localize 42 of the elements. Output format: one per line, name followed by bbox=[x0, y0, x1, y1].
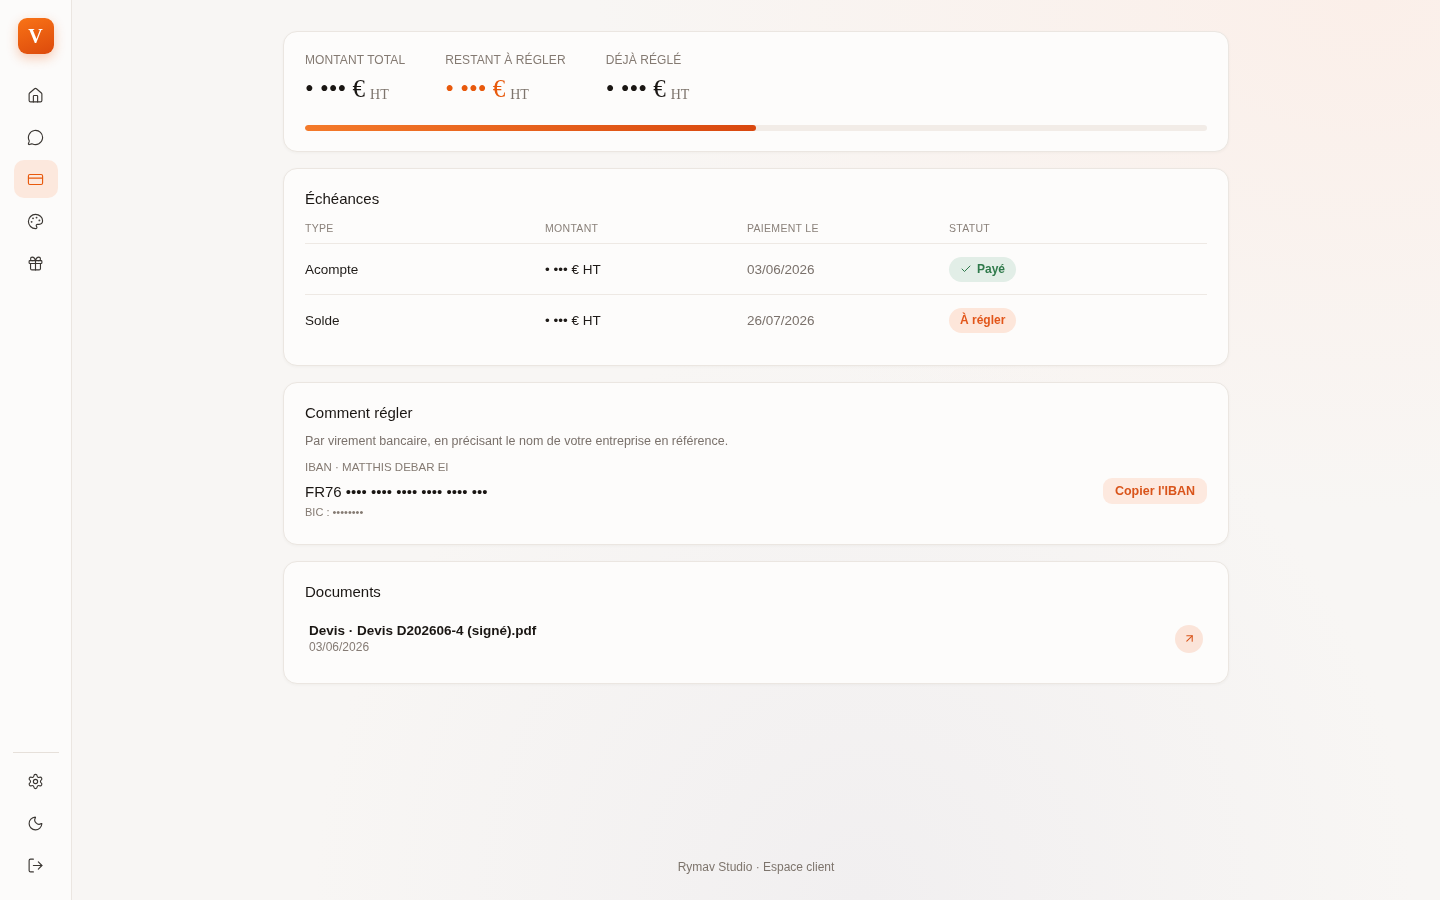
table-cell: Solde bbox=[305, 312, 340, 328]
chat-bubble-icon bbox=[27, 128, 44, 146]
bic-value: BIC : •••••••• bbox=[305, 505, 365, 520]
home-icon bbox=[27, 86, 44, 104]
amount-unit: HT bbox=[670, 87, 690, 103]
amount-unit: HT bbox=[370, 87, 389, 103]
amount-value: • ••• € bbox=[605, 74, 666, 104]
payment-description: Par virement bancaire, en précisant le nom de votre entreprise en référence. bbox=[305, 433, 730, 450]
moon-icon bbox=[27, 814, 44, 832]
table-cell: • ••• € HT bbox=[545, 312, 601, 328]
iban-label: IBAN · MATTHIS DEBAR EI bbox=[305, 460, 450, 475]
card-title: Échéances bbox=[305, 189, 381, 209]
column-header: STATUT bbox=[949, 222, 991, 234]
table-cell: • ••• € HT bbox=[545, 261, 601, 277]
table-cell: Acompte bbox=[305, 261, 359, 277]
copy-iban-button[interactable]: Copier l'IBAN bbox=[1102, 477, 1207, 504]
stat-label: RESTANT À RÉGLER bbox=[445, 52, 566, 68]
table-cell: 03/06/2026 bbox=[747, 261, 815, 277]
table-cell: 26/07/2026 bbox=[747, 312, 815, 328]
amount-value: • ••• € bbox=[445, 74, 506, 104]
logout-icon bbox=[27, 856, 44, 874]
status-text: Payé bbox=[977, 262, 1006, 276]
document-date: 03/06/2026 bbox=[309, 639, 371, 655]
check-icon bbox=[960, 263, 972, 275]
stat-label: MONTANT TOTAL bbox=[305, 52, 406, 68]
footer-text: Rymav Studio · Espace client bbox=[677, 860, 835, 874]
palette-icon bbox=[27, 212, 44, 230]
column-header: TYPE bbox=[305, 222, 334, 234]
card-title: Documents bbox=[305, 582, 382, 602]
iban-value: FR76 •••• •••• •••• •••• •••• ••• bbox=[305, 482, 488, 502]
app-logo[interactable]: V bbox=[17, 18, 54, 54]
status-text: À régler bbox=[960, 313, 1006, 327]
payments-nav-button[interactable] bbox=[13, 160, 58, 198]
settings-icon bbox=[27, 772, 44, 790]
gift-icon bbox=[27, 254, 44, 272]
stat-label: DÉJÀ RÉGLÉ bbox=[605, 52, 683, 68]
column-header: PAIEMENT LE bbox=[747, 222, 819, 234]
document-name: Devis · Devis D202606-4 (signé).pdf bbox=[309, 622, 537, 639]
column-header: MONTANT bbox=[545, 222, 599, 234]
card-title: Comment régler bbox=[305, 403, 414, 423]
amount-value: • ••• € bbox=[305, 74, 365, 104]
amount-unit: HT bbox=[510, 87, 529, 103]
